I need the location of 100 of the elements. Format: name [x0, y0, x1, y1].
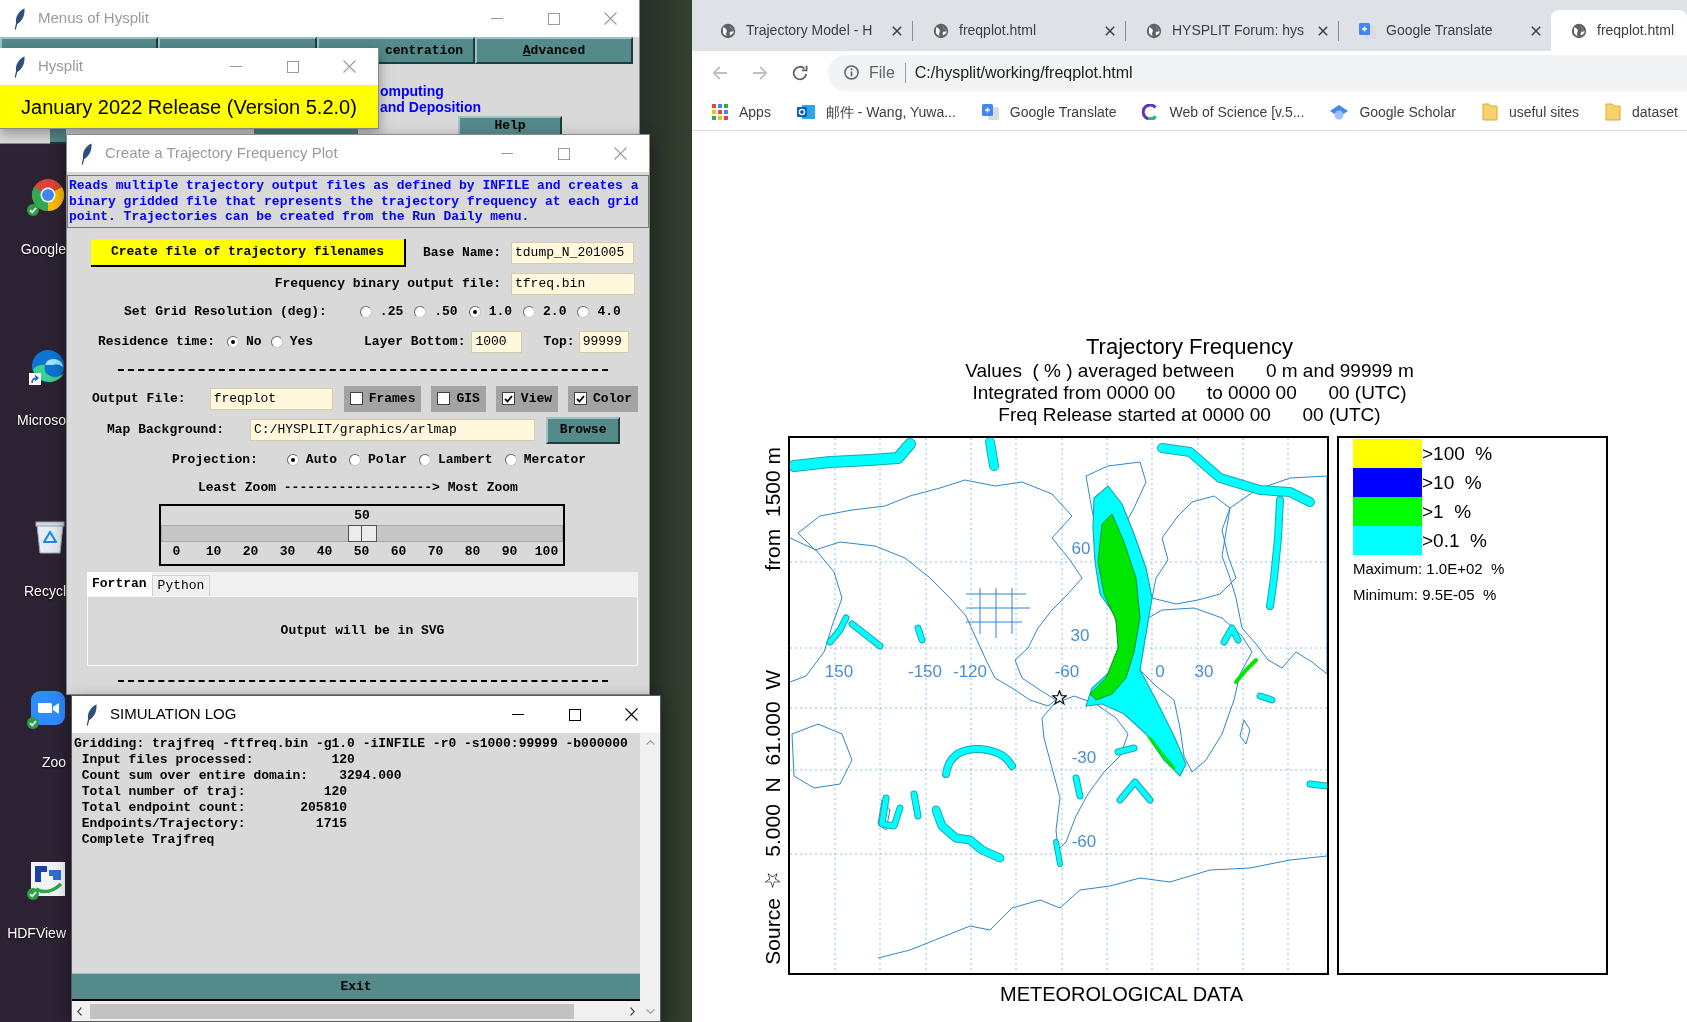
checkbox-icon[interactable] [349, 392, 363, 405]
slider-thumb[interactable] [347, 524, 377, 542]
desktop-icon-label[interactable]: HDFView [7, 924, 66, 942]
exit-button[interactable]: Exit [72, 973, 640, 1001]
feather-icon [80, 142, 92, 165]
chevron-left-icon[interactable] [77, 1006, 82, 1016]
window-title: Hysplit [38, 56, 83, 77]
help-button[interactable]: Help [458, 116, 562, 136]
wheel-logo-icon[interactable] [31, 178, 65, 212]
legend-label: >1 % [1422, 500, 1472, 523]
browser-tab[interactable]: Google Translate [1339, 10, 1551, 51]
radio-button[interactable] [270, 335, 283, 348]
radio-button[interactable] [349, 453, 362, 466]
legend-maximum: Maximum: 1.0E+02 % [1353, 559, 1505, 579]
bookmark-link[interactable]: Google Scholar [1330, 101, 1456, 123]
wave-logo-icon[interactable] [31, 349, 65, 383]
menu-tab[interactable] [158, 37, 317, 48]
check-button[interactable]: Frames [343, 385, 422, 412]
close-icon[interactable] [892, 25, 902, 36]
scheme-label: File [869, 62, 895, 83]
x-axis-label: METEOROLOGICAL DATA [1000, 983, 1243, 1005]
menu-tab[interactable]: centration [379, 37, 475, 64]
chevron-right-icon[interactable] [630, 1006, 635, 1016]
horizontal-scrollbar[interactable] [72, 1001, 640, 1021]
bookmark-link[interactable]: 邮件 - Wang, Yuwa... [796, 101, 956, 123]
radio-button[interactable] [504, 453, 517, 466]
radio-button[interactable] [414, 305, 427, 318]
desktop-icon-label[interactable]: Recycl [24, 582, 66, 600]
desktop-icon-label[interactable]: Microso [17, 411, 66, 429]
text-field[interactable]: 99999 [578, 330, 629, 353]
desktop-icon-label[interactable]: Google [20, 240, 66, 258]
tick-label: 50 [353, 543, 370, 560]
recycle-bin-icon[interactable] [35, 520, 65, 554]
text-field[interactable]: tdump_N_201005 [511, 241, 634, 264]
radio-button[interactable] [523, 305, 536, 318]
browser-tab[interactable]: freqplot.html [1551, 10, 1687, 51]
close-icon[interactable] [1105, 25, 1115, 36]
text-field[interactable]: C:/HYSPLIT/graphics/arlmap [250, 419, 536, 441]
radio-button[interactable] [468, 305, 481, 318]
check-button[interactable]: Color [568, 385, 639, 412]
text-field[interactable]: freqplot [209, 387, 333, 410]
browser-tab[interactable]: freqplot.html [913, 10, 1125, 51]
app-logo-icon[interactable] [31, 862, 65, 896]
radio-button[interactable] [577, 305, 590, 318]
check-button[interactable]: GIS [431, 385, 486, 412]
video-camera-icon[interactable] [31, 691, 65, 725]
vertical-scrollbar[interactable] [640, 733, 660, 1021]
radio-button[interactable] [419, 453, 432, 466]
scrollbar-thumb[interactable] [90, 1003, 574, 1019]
plot-title: Trajectory Frequency [1085, 334, 1293, 360]
bookmark-link[interactable]: dataset [1604, 101, 1678, 123]
browse-button[interactable]: Browse [546, 416, 621, 444]
close-icon[interactable] [625, 708, 638, 721]
bookmark-link[interactable]: Apps [712, 101, 771, 123]
menu-tab[interactable] [0, 37, 158, 48]
longitude-label: -150 [908, 662, 942, 682]
checkbox-icon[interactable] [437, 392, 451, 405]
feather-icon [13, 55, 25, 78]
browser-tab[interactable]: Trajectory Model - H [700, 10, 912, 51]
chevron-down-icon[interactable] [645, 1009, 655, 1014]
window-title: Create a Trajectory Frequency Plot [105, 143, 338, 164]
tick-label: 10 [205, 543, 222, 560]
radio-label: .25 [379, 302, 404, 321]
close-icon[interactable] [1318, 25, 1328, 36]
checkbox-icon[interactable] [501, 392, 515, 405]
chevron-up-icon[interactable] [645, 740, 655, 745]
bookmark-link[interactable]: Google Translate [981, 101, 1117, 123]
radio-button[interactable] [227, 335, 240, 348]
browser-tab[interactable]: HYSPLIT Forum: hys [1126, 10, 1338, 51]
plot-subtitle: Integrated from 0000 00 to 0000 00 00 (UTC) [972, 382, 1407, 404]
notebook-tab[interactable]: Fortran [87, 571, 152, 596]
graduation-cap-icon[interactable] [1330, 104, 1349, 120]
radio-button[interactable] [286, 453, 299, 466]
bookmark-link[interactable]: useful sites [1481, 101, 1579, 123]
close-icon[interactable] [1531, 25, 1541, 36]
maximize-icon[interactable] [568, 708, 581, 721]
radio-button[interactable] [359, 305, 372, 318]
intro-text: omputing [380, 83, 445, 99]
minimize-icon[interactable] [511, 714, 524, 715]
menu-button[interactable] [50, 129, 66, 144]
radio-label: Auto [305, 450, 338, 469]
text-field[interactable]: 1000 [471, 330, 523, 353]
globe-icon [720, 22, 736, 39]
reload-icon[interactable] [792, 64, 808, 81]
desktop-icon-label[interactable]: Zoo [41, 753, 66, 771]
checkbox-icon[interactable] [574, 392, 588, 405]
create-file-button[interactable]: Create file of trajectory filenames [91, 238, 406, 267]
latitude-label: 30 [1070, 626, 1090, 646]
slider-track[interactable] [161, 524, 563, 542]
notebook-tab[interactable]: Python [151, 574, 211, 596]
text-field[interactable]: tfreq.bin [511, 272, 635, 295]
info-icon[interactable] [844, 65, 859, 80]
apps-grid-icon[interactable] [712, 104, 728, 120]
menu-tab[interactable] [317, 37, 379, 48]
bookmark-link[interactable]: Web of Science [v.5... [1142, 101, 1305, 123]
envelope-icon[interactable] [796, 104, 815, 120]
check-button[interactable]: View [495, 385, 559, 412]
arc-logo-icon[interactable] [1142, 104, 1159, 120]
menu-tab[interactable]: Advanced [475, 37, 633, 64]
address-bar[interactable]: File C:/hysplit/working/freqplot.html [828, 54, 1687, 91]
